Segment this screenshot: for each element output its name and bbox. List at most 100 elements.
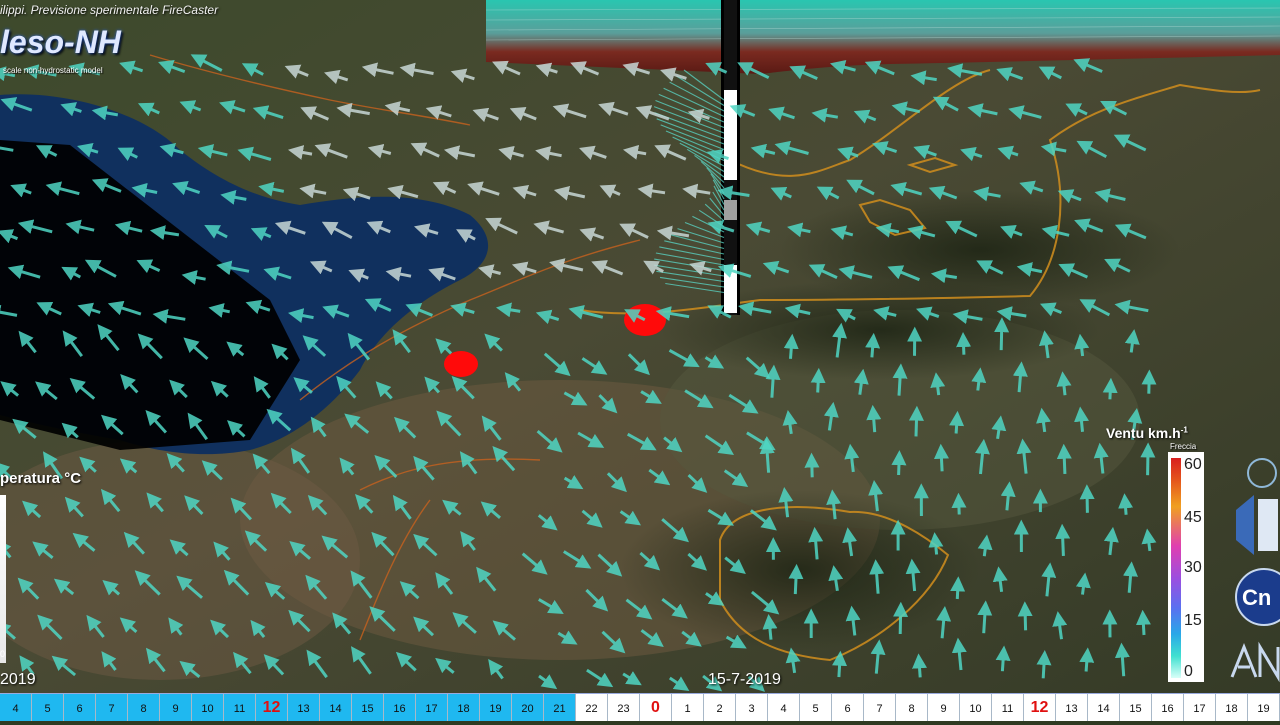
wind-arrow [795, 571, 796, 594]
wind-arrow [956, 418, 957, 433]
wind-arrow [1001, 325, 1002, 350]
wind-arrow [767, 446, 769, 473]
wind-gradient [1171, 458, 1181, 678]
wind-arrow [872, 340, 873, 357]
date-left: 2019 [0, 671, 36, 689]
timeline-tick[interactable]: 2 [704, 694, 736, 721]
timeline-tick[interactable]: 14 [320, 694, 352, 721]
wind-arrow [1143, 617, 1144, 635]
timeline-tick[interactable]: 19 [480, 694, 512, 721]
timeline-tick[interactable]: 12 [256, 694, 288, 721]
timeline-tick[interactable]: 8 [128, 694, 160, 721]
wind-arrow [899, 371, 901, 396]
timeline-tick[interactable]: 4 [0, 694, 32, 721]
wind-legend-title: Ventu km.h-1 [1106, 425, 1188, 441]
wind-arrow [1081, 414, 1083, 432]
date-center: 15-7-2019 [708, 671, 781, 689]
timeline-tick[interactable]: 15 [1120, 694, 1152, 721]
wind-arrow [899, 458, 900, 475]
timeline-tick[interactable]: 5 [800, 694, 832, 721]
timeline-tick[interactable]: 0 [640, 694, 672, 721]
timeline-tick[interactable]: 11 [992, 694, 1024, 721]
timeline-tick[interactable]: 16 [384, 694, 416, 721]
wind-arrow [937, 380, 939, 395]
wind-arrow [941, 451, 942, 471]
temperature-legend-title: peratura °C [0, 470, 81, 487]
timeline-tick[interactable]: 23 [608, 694, 640, 721]
timeline-tick[interactable]: 21 [544, 694, 576, 721]
wind-arrow [984, 542, 986, 556]
wind-arrow [815, 534, 817, 559]
wind-arrow [769, 622, 771, 640]
wind-arrow [1148, 536, 1150, 551]
wind-arrow [1062, 531, 1063, 556]
timeline-tick[interactable]: 1 [672, 694, 704, 721]
wind-arrow [1081, 341, 1083, 356]
map-view [0, 0, 1280, 720]
wind-arrow [772, 372, 774, 398]
satellite-terrain-map [0, 0, 1280, 720]
timeline-tick[interactable]: 16 [1152, 694, 1184, 721]
timeline-tick[interactable]: 10 [960, 694, 992, 721]
timeline-tick[interactable]: 14 [1088, 694, 1120, 721]
logo-wordmark: leso-NH [0, 22, 121, 62]
timeline-tick[interactable]: 15 [352, 694, 384, 721]
logo-subtitle: scale non-hydrostatic model [3, 66, 103, 75]
timeline-tick[interactable]: 18 [448, 694, 480, 721]
timeline-tick[interactable]: 6 [64, 694, 96, 721]
timeline-tick[interactable]: 17 [416, 694, 448, 721]
time-slider[interactable]: 4567891011121314151617181920212223012345… [0, 693, 1280, 721]
wind-arrow [1131, 337, 1133, 353]
svg-text:Cn: Cn [1242, 585, 1271, 610]
wind-arrow [1019, 369, 1021, 392]
timeline-tick[interactable]: 6 [832, 694, 864, 721]
wind-label-0: 0 [1184, 663, 1193, 681]
timeline-tick[interactable]: 10 [192, 694, 224, 721]
wind-label-60: 60 [1184, 456, 1202, 474]
wind-arrow [1043, 658, 1044, 679]
wind-arrow [978, 375, 980, 391]
timeline-tick[interactable]: 18 [1216, 694, 1248, 721]
wind-arrow [812, 460, 813, 477]
timeline-tick[interactable]: 20 [512, 694, 544, 721]
timeline-tick[interactable]: 12 [1024, 694, 1056, 721]
timeline-tick[interactable]: 22 [576, 694, 608, 721]
wind-arrow [959, 500, 960, 514]
wind-arrow [957, 584, 958, 599]
wind-arrow [1110, 385, 1111, 399]
wind-arrow [1125, 501, 1126, 515]
wind-arrow [935, 540, 936, 555]
wind-arrow [900, 609, 901, 634]
wind-arrow [984, 608, 986, 633]
timeline-tick[interactable]: 13 [288, 694, 320, 721]
wind-label-15: 15 [1184, 612, 1202, 630]
wind-arrow [1002, 653, 1003, 671]
temperature-zero-label: 0 [0, 649, 5, 659]
wind-arrow [839, 658, 840, 677]
wind-colorbar: 60 45 30 15 0 [1168, 452, 1204, 682]
wind-arrow [1007, 489, 1009, 510]
wind-arrow [791, 341, 792, 359]
timeline-tick[interactable]: 17 [1184, 694, 1216, 721]
timeline-tick[interactable]: 9 [928, 694, 960, 721]
timeline-tick[interactable]: 4 [768, 694, 800, 721]
partner-logos: Cn [1228, 455, 1280, 687]
wind-arrow [1063, 379, 1065, 396]
timeline-tick[interactable]: 5 [32, 694, 64, 721]
timeline-tick[interactable]: 8 [896, 694, 928, 721]
timeline-tick[interactable]: 7 [96, 694, 128, 721]
timeline-tick[interactable]: 11 [224, 694, 256, 721]
wind-arrow [1122, 650, 1124, 676]
wind-arrow [873, 412, 875, 432]
timeline-tick[interactable]: 13 [1056, 694, 1088, 721]
wind-arrow [876, 567, 878, 594]
timeline-tick[interactable]: 3 [736, 694, 768, 721]
timeline-tick[interactable]: 19 [1248, 694, 1280, 721]
timeline-tick[interactable]: 7 [864, 694, 896, 721]
wind-arrow [1086, 655, 1087, 672]
timeline-tick[interactable]: 9 [160, 694, 192, 721]
forecast-title: ilippi. Previsione sperimentale FireCast… [0, 3, 218, 17]
wind-arrow [916, 413, 917, 436]
wind-arrow [1025, 609, 1026, 631]
wind-label-30: 30 [1184, 559, 1202, 577]
